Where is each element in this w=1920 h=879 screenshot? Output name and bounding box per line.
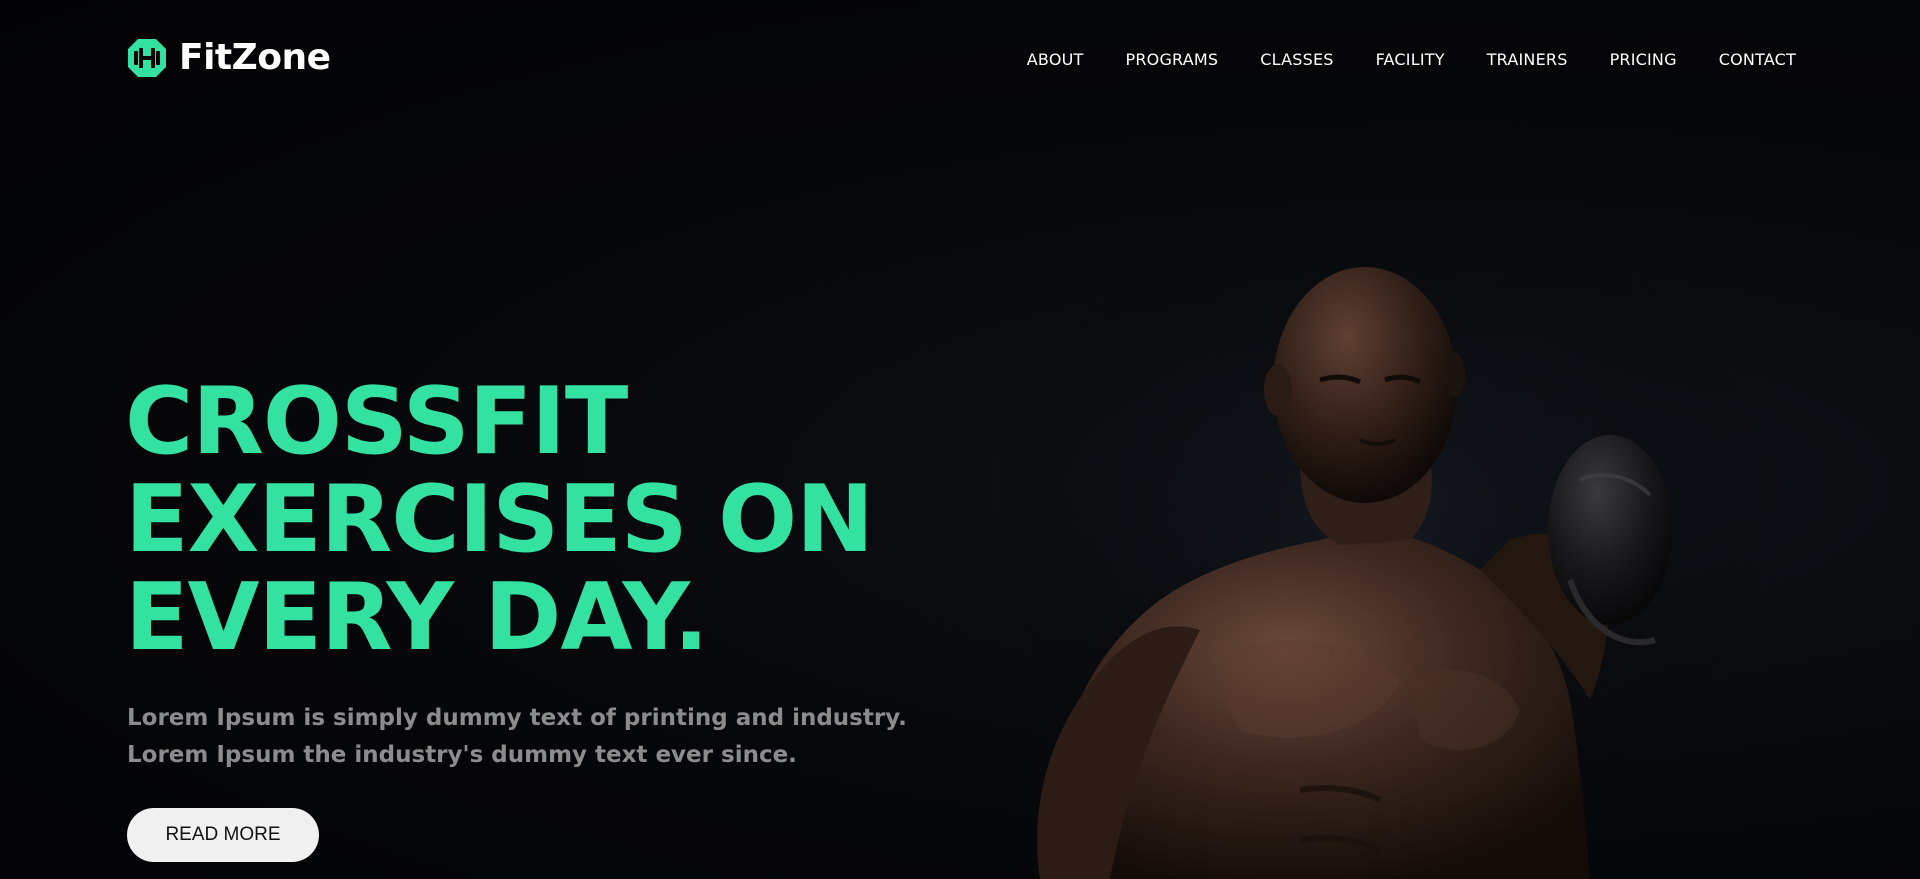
hero-description: Lorem Ipsum is simply dummy text of prin… (127, 705, 907, 768)
nav-item-about[interactable]: ABOUT (1027, 50, 1084, 69)
nav-item-facility[interactable]: FACILITY (1376, 50, 1445, 69)
dumbbell-icon (127, 38, 167, 78)
hero-title: CROSSFIT EXERCISES ON EVERY DAY. (125, 372, 1025, 666)
nav-item-trainers[interactable]: TRAINERS (1487, 50, 1568, 69)
brand-name: FitZone (179, 37, 331, 78)
nav-item-contact[interactable]: CONTACT (1719, 50, 1796, 69)
nav-item-classes[interactable]: CLASSES (1260, 50, 1333, 69)
hero-title-line-2: EXERCISES ON (125, 465, 874, 573)
hero-title-line-1: CROSSFIT (125, 367, 628, 475)
hero-title-line-3: EVERY DAY. (125, 563, 709, 671)
main-nav: ABOUT PROGRAMS CLASSES FACILITY TRAINERS… (1027, 50, 1796, 70)
landing-page: FitZone ABOUT PROGRAMS CLASSES FACILITY … (0, 0, 1920, 879)
brand-logo[interactable]: FitZone (127, 38, 331, 78)
nav-item-pricing[interactable]: PRICING (1610, 50, 1677, 69)
read-more-button[interactable]: READ MORE (127, 808, 319, 862)
boxer-photo (1000, 230, 1760, 879)
site-header: FitZone ABOUT PROGRAMS CLASSES FACILITY … (0, 0, 1920, 120)
nav-item-programs[interactable]: PROGRAMS (1126, 50, 1219, 69)
